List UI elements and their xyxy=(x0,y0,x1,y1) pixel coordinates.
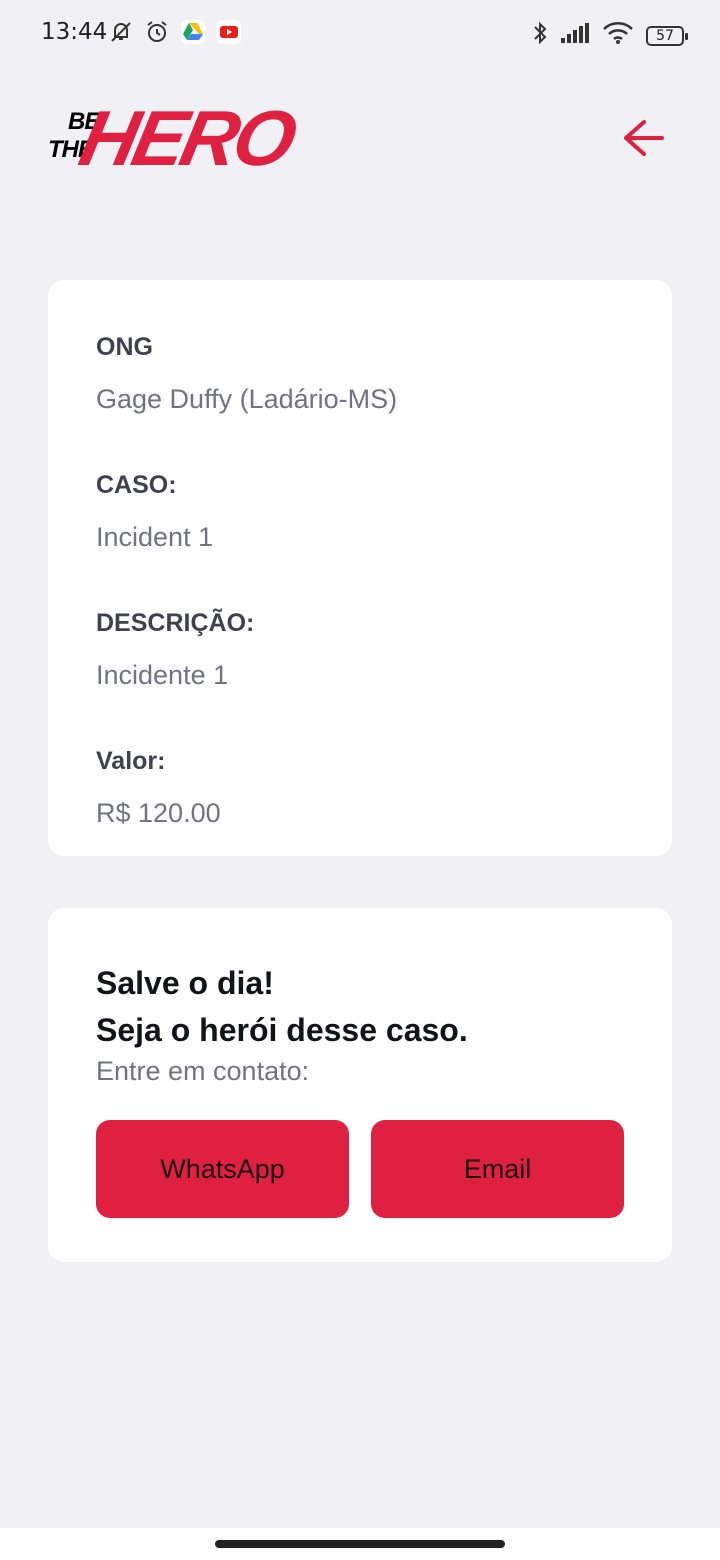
system-nav-bar xyxy=(0,1528,720,1560)
logo-hero-text: HERO xyxy=(72,94,301,182)
case-property: CASO: Incident 1 xyxy=(96,468,624,554)
wifi-icon xyxy=(602,21,634,50)
ong-label: ONG xyxy=(96,333,153,361)
signal-icon xyxy=(560,22,590,49)
contact-card: Salve o dia! Seja o herói desse caso. En… xyxy=(48,908,672,1262)
contact-subtitle: Entre em contato: xyxy=(96,1056,310,1086)
status-time: 13:44 xyxy=(41,19,108,45)
case-label: CASO: xyxy=(96,471,177,499)
muted-bell-icon xyxy=(108,19,134,45)
case-value: Incident 1 xyxy=(96,522,214,552)
alarm-icon xyxy=(144,19,170,45)
description-label: DESCRIÇÃO: xyxy=(96,609,255,637)
battery-icon: 57 xyxy=(646,25,688,46)
contact-title-line1: Salve o dia! xyxy=(96,965,274,1001)
bluetooth-icon xyxy=(532,20,548,51)
status-bar: 13:44 57 xyxy=(0,0,720,68)
incident-card: ONG Gage Duffy (Ladário-MS) CASO: Incide… xyxy=(48,280,672,856)
ong-property: ONG Gage Duffy (Ladário-MS) xyxy=(96,330,624,416)
whatsapp-button[interactable]: WhatsApp xyxy=(96,1120,349,1218)
contact-title-line2: Seja o herói desse caso. xyxy=(96,1012,468,1048)
arrow-left-icon xyxy=(622,118,666,163)
value-property: Valor: R$ 120.00 xyxy=(96,744,624,830)
status-notification-icons xyxy=(108,19,242,45)
youtube-icon xyxy=(216,19,242,45)
value-label: Valor: xyxy=(96,747,166,775)
google-drive-icon xyxy=(180,19,206,45)
description-property: DESCRIÇÃO: Incidente 1 xyxy=(96,606,624,692)
email-button[interactable]: Email xyxy=(371,1120,624,1218)
description-value: Incidente 1 xyxy=(96,660,229,690)
ong-value: Gage Duffy (Ladário-MS) xyxy=(96,384,398,414)
back-button[interactable] xyxy=(616,112,672,168)
status-system-icons: 57 xyxy=(532,20,688,51)
home-gesture-handle[interactable] xyxy=(215,1540,505,1548)
value-value: R$ 120.00 xyxy=(96,798,221,828)
be-the-hero-logo: BE THE HERO xyxy=(48,94,301,182)
contact-actions: WhatsApp Email xyxy=(96,1120,624,1218)
